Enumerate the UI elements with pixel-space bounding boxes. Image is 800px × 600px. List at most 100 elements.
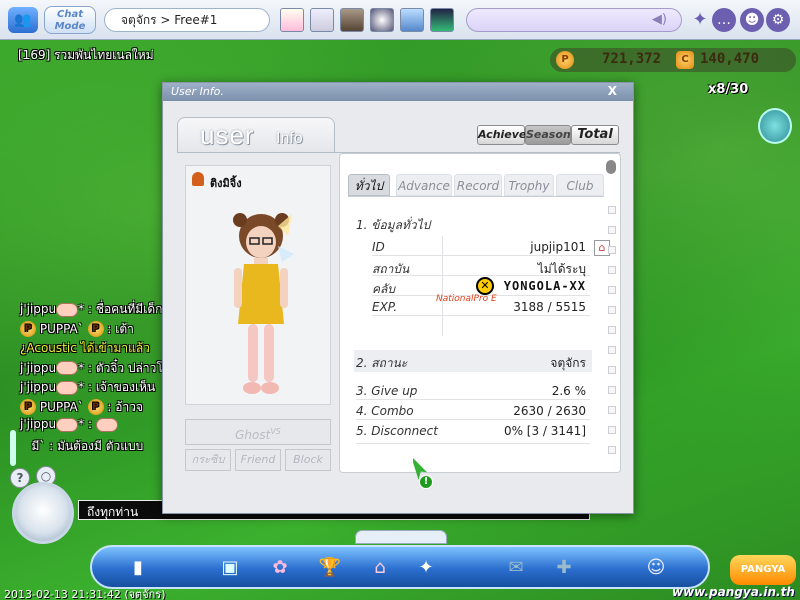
club-row: คลับ ✕ YONGOLA-XX NationalPro E bbox=[372, 277, 590, 304]
chat-line: P PUPPA` P : เต้า bbox=[20, 320, 170, 340]
chat-line: j'jippu * : bbox=[20, 417, 170, 437]
disconnect-value: 0% [3 / 3141] bbox=[503, 424, 586, 438]
row-marker bbox=[608, 326, 616, 334]
pang-badge-icon: P bbox=[87, 399, 104, 415]
bottom-bar-handle[interactable] bbox=[355, 530, 447, 544]
chat-line: P PUPPA` P : อ้าวจ bbox=[20, 398, 170, 418]
exp-row: EXP. 3188 / 5515 bbox=[372, 298, 590, 316]
pang-badge-icon: P bbox=[20, 321, 36, 337]
trophy-icon[interactable]: 🏆 bbox=[314, 553, 346, 583]
emoticon-icon bbox=[56, 361, 79, 375]
player-count: x8/30 bbox=[708, 82, 749, 97]
tab-divider bbox=[348, 196, 604, 197]
chat-scrollbar[interactable] bbox=[10, 430, 16, 466]
combo-row: 4. Combo 2630 / 2630 bbox=[356, 402, 590, 420]
bottom-toolbar: ▮ ▣ ✿ 🏆 ⌂ ✦ ✉ ✚ ☺ bbox=[90, 545, 710, 589]
mask-icon[interactable]: ☻ bbox=[740, 8, 764, 32]
location-row: 2. สถานะ จตุจักร bbox=[356, 352, 590, 370]
gift-icon[interactable]: ✿ bbox=[264, 553, 296, 583]
whisper-button[interactable]: กระซิบ bbox=[185, 449, 231, 471]
row-marker bbox=[608, 226, 616, 234]
pangya-logo: PANGYA bbox=[730, 555, 796, 585]
character-panel: ติงมิจิ้ง bbox=[185, 165, 331, 405]
player-avatar-4[interactable] bbox=[370, 8, 394, 32]
id-row: ID jupjip101 bbox=[372, 238, 590, 256]
channel-selector[interactable]: จตุจักร > Free#1 bbox=[104, 8, 270, 32]
status-row: สถาบัน ไม่ได้ระบุ bbox=[372, 258, 590, 276]
message-input-bar[interactable]: ◀) bbox=[466, 8, 682, 32]
emoticon-icon bbox=[95, 417, 118, 432]
house-icon[interactable]: ⌂ bbox=[364, 553, 396, 583]
card-icon[interactable]: ✦ bbox=[410, 553, 442, 583]
block-button[interactable]: Block bbox=[285, 449, 331, 471]
chat-line: j'jippu * : ชื่อคนที่มีเด็ก bbox=[20, 302, 163, 317]
tab-trophy[interactable]: Trophy bbox=[504, 174, 554, 196]
character-avatar bbox=[233, 213, 294, 394]
friends-icon[interactable]: ☺ bbox=[640, 553, 672, 583]
mail-icon[interactable]: ✉ bbox=[500, 553, 532, 583]
nickname: ติงมิจิ้ง bbox=[210, 177, 242, 190]
tab-advance[interactable]: Advance bbox=[396, 174, 452, 196]
ghost-vs-button[interactable]: GhostVS bbox=[185, 419, 331, 445]
shop-icon[interactable]: ▣ bbox=[214, 553, 246, 583]
tab-club[interactable]: Club bbox=[556, 174, 604, 196]
row-marker bbox=[608, 366, 616, 374]
sparkle-icon[interactable]: ✦ bbox=[688, 8, 712, 32]
chat-target-label: ถึงทุกท่าน bbox=[87, 505, 139, 519]
currency-bar: P 721,372 C 140,470 bbox=[550, 48, 796, 72]
chat-bubble-icon[interactable]: … bbox=[712, 8, 736, 32]
player-avatar-2[interactable] bbox=[310, 8, 334, 32]
site-url: www.pangya.in.th bbox=[672, 585, 795, 599]
tab-record[interactable]: Record bbox=[454, 174, 502, 196]
row-marker bbox=[608, 246, 616, 254]
friend-button[interactable]: Friend bbox=[235, 449, 281, 471]
player-avatar-1[interactable] bbox=[280, 8, 304, 32]
scrollbar-thumb[interactable] bbox=[606, 160, 616, 174]
status-value: ไม่ได้ระบุ bbox=[537, 262, 586, 276]
pang-badge-icon: P bbox=[20, 399, 36, 415]
chat-line: ¿Acoustic ได้เข้ามาแล้ว bbox=[20, 341, 150, 355]
season-button[interactable]: Season bbox=[525, 125, 571, 145]
row-marker bbox=[608, 286, 616, 294]
player-avatar-3[interactable] bbox=[340, 8, 364, 32]
player-avatar-6[interactable] bbox=[430, 8, 454, 32]
side-menu-button[interactable] bbox=[758, 108, 792, 144]
pang-value: 721,372 bbox=[602, 51, 662, 67]
player-avatar-5[interactable] bbox=[400, 8, 424, 32]
users-icon[interactable]: 👥 bbox=[8, 7, 38, 33]
dialog-title: User Info. bbox=[163, 83, 633, 101]
section-general-heading: 1. ข้อมูลทั่วไป bbox=[356, 218, 431, 232]
achieve-button[interactable]: Achieve. bbox=[477, 125, 531, 145]
chat-line: j'jippu * : ตัวจิ๋ว ปล่าวโ bbox=[20, 360, 163, 375]
row-marker bbox=[608, 386, 616, 394]
tab-general[interactable]: ทั่วไป bbox=[348, 174, 390, 196]
disconnect-row: 5. Disconnect 0% [3 / 3141] bbox=[356, 422, 590, 444]
row-marker bbox=[608, 266, 616, 274]
avatar[interactable] bbox=[12, 482, 74, 544]
giveup-row: 3. Give up 2.6 % bbox=[356, 382, 590, 400]
exit-door-icon[interactable]: ▮ bbox=[122, 553, 154, 583]
speaker-icon: ◀) bbox=[651, 12, 667, 27]
total-button[interactable]: Total bbox=[571, 125, 619, 145]
row-marker bbox=[608, 306, 616, 314]
chat-line: j'jippu * : เจ้าของเห็น bbox=[20, 380, 156, 395]
notice-text: [169] รวมพันไทยเนลใหม่ bbox=[18, 48, 154, 62]
info-panel: ทั่วไป Advance Record Trophy Club 1. ข้อ… bbox=[339, 153, 621, 473]
club-value: YONGOLA-XX bbox=[503, 279, 586, 293]
combo-value: 2630 / 2630 bbox=[513, 404, 586, 418]
user-icon bbox=[192, 172, 204, 186]
row-marker bbox=[608, 346, 616, 354]
close-icon[interactable]: X bbox=[608, 84, 617, 98]
cookie-value: 140,470 bbox=[700, 51, 760, 67]
row-marker bbox=[608, 446, 616, 454]
gear-icon[interactable]: ⚙ bbox=[766, 8, 790, 32]
top-bar: 👥 Chat Mode จตุจักร > Free#1 ◀) ✦ … ☻ ⚙ bbox=[0, 0, 800, 40]
row-marker bbox=[608, 206, 616, 214]
emoticon-icon bbox=[56, 380, 79, 395]
chat-mode-button[interactable]: Chat Mode bbox=[44, 6, 96, 34]
bag-icon[interactable]: ✚ bbox=[548, 553, 580, 583]
id-value: jupjip101 bbox=[530, 240, 586, 254]
cookie-icon: C bbox=[676, 51, 694, 69]
header-small-text: Info bbox=[276, 130, 303, 147]
timestamp: 2013-02-13 21:31:42 (จตุจักร) bbox=[4, 588, 166, 600]
